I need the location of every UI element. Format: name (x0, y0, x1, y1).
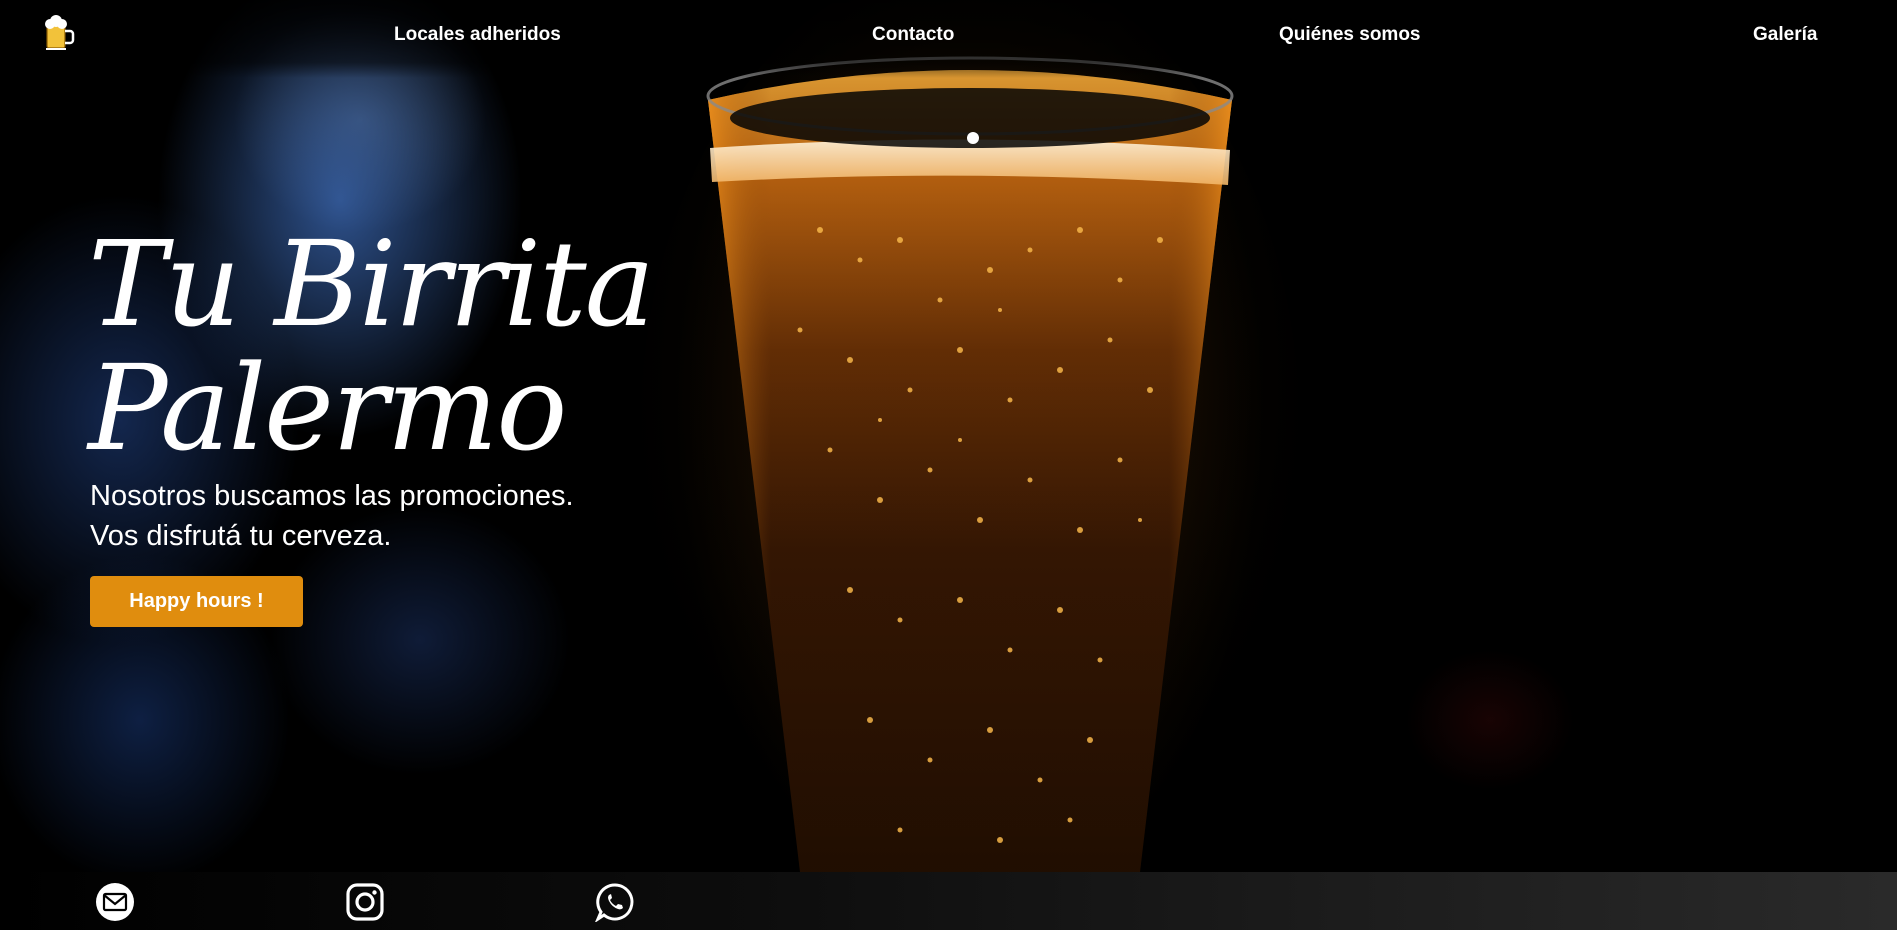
hero-title-line-1: Tu Birrita (88, 215, 655, 353)
footer-bar (0, 872, 1897, 930)
hero-title-line-2: Palermo (88, 339, 567, 477)
nav-link-contacto[interactable]: Contacto (872, 24, 954, 46)
hero-title: Tu Birrita Palermo (88, 222, 688, 470)
nav-link-galeria[interactable]: Galería (1753, 24, 1817, 46)
nav-link-locales-adheridos[interactable]: Locales adheridos (394, 24, 561, 46)
beer-mug-icon[interactable] (42, 14, 76, 50)
top-navbar: Locales adheridos Contacto Quiénes somos… (0, 0, 1897, 78)
hero-subtitle-line-1: Nosotros buscamos las promociones. (90, 480, 574, 512)
landing-page: Locales adheridos Contacto Quiénes somos… (0, 0, 1897, 930)
hero-subtitle-line-2: Vos disfrutá tu cerveza. (90, 520, 392, 552)
nav-link-quienes-somos[interactable]: Quiénes somos (1279, 24, 1421, 46)
instagram-icon[interactable] (345, 882, 385, 922)
email-icon[interactable] (95, 882, 135, 922)
happy-hours-button[interactable]: Happy hours ! (90, 576, 303, 627)
hero-subtitle: Nosotros buscamos las promociones. Vos d… (90, 476, 690, 556)
whatsapp-icon[interactable] (595, 882, 635, 922)
